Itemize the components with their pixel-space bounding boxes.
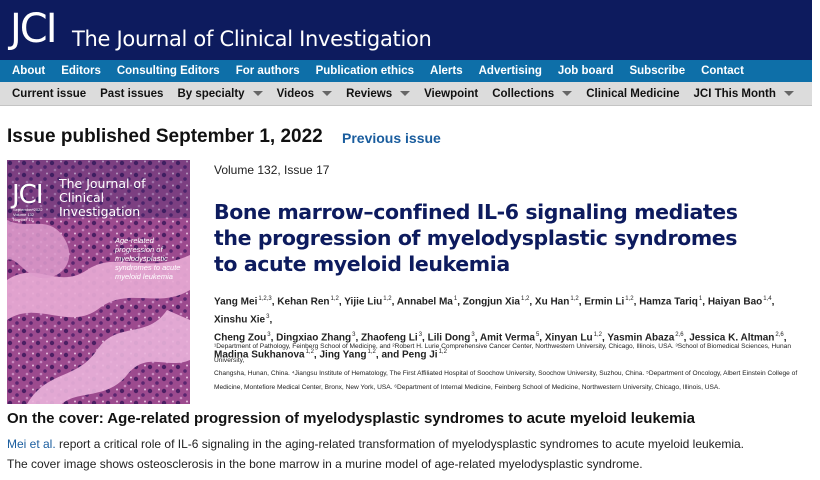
affiliations: ¹Department of Pathology, Feinberg Schoo…: [214, 340, 804, 394]
nav-collections-dropdown[interactable]: Collections: [485, 88, 579, 100]
nav-past-issues-label: Past issues: [100, 87, 164, 100]
author-name[interactable]: Yijie Liu: [344, 296, 382, 307]
on-the-cover-heading: On the cover: Age-related progression of…: [7, 410, 695, 427]
author-affiliation-marker: 1,2: [521, 296, 530, 302]
cover-image[interactable]: JCI The Journal of Clinical Investigatio…: [7, 160, 190, 404]
affiliation-line: Medicine, Montefiore Medical Center, Bro…: [214, 383, 721, 391]
nav-item-alerts[interactable]: Alerts: [422, 65, 471, 77]
cover-description-line-1: Mei et al. report a critical role of IL-…: [7, 434, 812, 454]
nav-item-subscribe[interactable]: Subscribe: [621, 65, 693, 77]
nav-item-publication-ethics[interactable]: Publication ethics: [308, 65, 422, 77]
author-affiliation-marker: 3: [418, 331, 423, 338]
journal-name[interactable]: The Journal of Clinical Investigation: [72, 27, 432, 51]
nav-item-for-authors[interactable]: For authors: [228, 65, 308, 77]
author-affiliation-marker: 1: [698, 296, 703, 302]
author-affiliation-marker: 1,2: [625, 296, 634, 302]
author-affiliation-marker: 1,4: [763, 296, 772, 302]
nav-viewpoint[interactable]: Viewpoint: [417, 88, 485, 100]
nav-viewpoint-label: Viewpoint: [424, 87, 479, 100]
author-affiliation-marker: 1: [453, 296, 458, 302]
author-name[interactable]: Ermin Li: [584, 296, 624, 307]
caret-down-icon: [252, 91, 263, 96]
nav-jci-this-month-label: JCI This Month: [693, 87, 776, 100]
previous-issue-link[interactable]: Previous issue: [342, 130, 441, 146]
nav-current-issue[interactable]: Current issue: [0, 88, 93, 100]
caret-down-icon: [400, 91, 411, 96]
nav-collections-label: Collections: [492, 87, 555, 100]
author-name[interactable]: Hamza Tariq: [639, 296, 698, 307]
author-affiliation-marker: 2,6: [775, 331, 784, 338]
nav-item-contact[interactable]: Contact: [693, 65, 752, 77]
nav-past-issues[interactable]: Past issues: [93, 88, 170, 100]
cover-issue-info: September 2022 Volume 132 Number 17: [13, 207, 43, 222]
nav-videos-dropdown[interactable]: Videos: [270, 88, 340, 100]
cover-description: Mei et al. report a critical role of IL-…: [7, 434, 812, 474]
nav-videos-label: Videos: [276, 87, 315, 100]
author-affiliation-marker: 1,2: [593, 331, 602, 338]
author-affiliation-marker: 3: [266, 313, 270, 320]
author-affiliation-marker: 3: [471, 331, 475, 338]
nav-item-editors[interactable]: Editors: [53, 65, 109, 77]
nav-item-about[interactable]: About: [0, 65, 53, 77]
nav-clinical-medicine-label: Clinical Medicine: [586, 87, 680, 100]
nav-by-specialty-label: By specialty: [177, 87, 245, 100]
nav-item-consulting-editors[interactable]: Consulting Editors: [109, 65, 228, 77]
author-affiliation-marker: 3: [267, 331, 271, 338]
issue-heading: Issue published September 1, 2022: [7, 126, 323, 147]
nav-item-advertising[interactable]: Advertising: [471, 65, 550, 77]
affiliation-line: ¹Department of Pathology, Feinberg Schoo…: [214, 343, 791, 364]
affiliation-line: Changsha, Hunan, China. ⁴Jiangsu Institu…: [214, 370, 798, 377]
cover-logo: JCI: [12, 180, 43, 210]
nav-reviews-dropdown[interactable]: Reviews: [339, 88, 417, 100]
author-name[interactable]: Kehan Ren: [277, 296, 329, 307]
secondary-nav: Current issue Past issues By specialty V…: [0, 82, 812, 106]
author-affiliation-marker: 1,2: [570, 296, 579, 302]
author-affiliation-marker: 1,2: [383, 296, 392, 302]
masthead: JCI The Journal of Clinical Investigatio…: [0, 0, 812, 60]
author-name[interactable]: Xinshu Xie: [214, 314, 265, 325]
author-name[interactable]: Xu Han: [535, 296, 569, 307]
mei-et-al-link[interactable]: Mei et al.: [7, 437, 56, 451]
nav-item-job-board[interactable]: Job board: [550, 65, 622, 77]
author-affiliation-marker: 1,2: [330, 296, 339, 302]
nav-jci-this-month-dropdown[interactable]: JCI This Month: [687, 88, 801, 100]
author-name[interactable]: Haiyan Bao: [708, 296, 762, 307]
cover-journal-title: The Journal of Clinical Investigation: [59, 176, 146, 219]
volume-issue: Volume 132, Issue 17: [214, 163, 330, 177]
article-title[interactable]: Bone marrow–confined IL-6 signaling medi…: [214, 199, 754, 277]
author-affiliation-marker: 1,2,3: [258, 296, 272, 302]
nav-by-specialty-dropdown[interactable]: By specialty: [170, 88, 269, 100]
author-name[interactable]: Yang Mei: [214, 296, 257, 307]
caret-down-icon: [562, 91, 573, 96]
author-affiliation-marker: 2,6: [675, 331, 684, 338]
author-line: Yang Mei1,2,3, Kehan Ren1,2, Yijie Liu1,…: [214, 296, 775, 326]
nav-clinical-medicine[interactable]: Clinical Medicine: [579, 88, 686, 100]
cover-caption: Age-related progression of myelodysplast…: [115, 236, 181, 281]
nav-reviews-label: Reviews: [346, 87, 393, 100]
nav-current-issue-label: Current issue: [12, 87, 87, 100]
author-name[interactable]: Annabel Ma: [397, 296, 453, 307]
jci-logo[interactable]: JCI: [10, 7, 58, 51]
author-name[interactable]: Zongjun Xia: [463, 296, 520, 307]
caret-down-icon: [783, 91, 794, 96]
author-affiliation-marker: 3: [352, 331, 356, 338]
cover-description-line-2: The cover image shows osteosclerosis in …: [7, 457, 643, 471]
primary-nav: About Editors Consulting Editors For aut…: [0, 60, 812, 82]
caret-down-icon: [322, 91, 333, 96]
cover-description-text-1: report a critical role of IL-6 signaling…: [55, 437, 745, 451]
author-affiliation-marker: 5: [535, 331, 540, 338]
